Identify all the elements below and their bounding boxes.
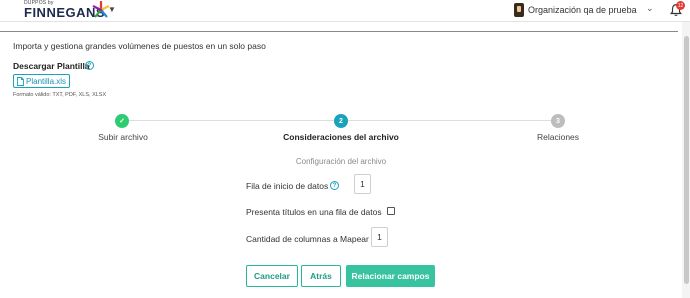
valid-formats-text: Formato válido: TXT, PDF, XLS, XLSX <box>13 92 107 98</box>
notification-badge: 12 <box>676 1 685 10</box>
columns-count-input[interactable]: 1 <box>371 227 388 247</box>
start-row-input[interactable]: 1 <box>354 174 371 194</box>
header-divider <box>0 21 690 22</box>
start-row-label: Fila de inicio de datos <box>246 181 329 191</box>
info-icon[interactable]: ? <box>330 181 339 190</box>
titles-row-label: Presenta títulos en una fila de datos <box>246 207 382 217</box>
titles-row-checkbox[interactable] <box>387 207 395 215</box>
step-3-number: 3 <box>551 114 565 128</box>
brand-caret-icon[interactable]: ▼ <box>108 5 116 14</box>
map-fields-button[interactable]: Relacionar campos <box>346 265 435 287</box>
org-avatar <box>514 3 524 17</box>
columns-count-label: Cantidad de columnas a Mapear <box>246 234 369 244</box>
info-icon[interactable]: ? <box>85 61 94 70</box>
download-template-button[interactable]: Plantilla.xls <box>13 74 70 88</box>
step-1-check-icon: ✓ <box>115 114 129 128</box>
page-subtitle: Importa y gestiona grandes volúmenes de … <box>13 41 266 51</box>
file-icon <box>17 76 24 86</box>
org-name: Organización qa de prueba <box>528 5 637 15</box>
config-title: Configuración del archivo <box>295 157 387 166</box>
cancel-button[interactable]: Cancelar <box>246 265 298 287</box>
scrollbar-thumb[interactable] <box>684 36 689 284</box>
step-1-label: Subir archivo <box>98 132 148 142</box>
step-3-label: Relaciones <box>536 132 580 142</box>
template-file-name: Plantilla.xls <box>26 76 67 86</box>
step-2-label: Consideraciones del archivo <box>283 132 399 142</box>
stepper-line-2 <box>348 120 551 121</box>
download-template-title: Descargar Plantilla <box>13 61 90 71</box>
back-button[interactable]: Atrás <box>301 265 341 287</box>
stepper-line-1 <box>123 120 334 121</box>
chevron-down-icon[interactable]: ⌄ <box>646 3 654 14</box>
org-selector[interactable]: Organización qa de prueba <box>514 2 637 18</box>
step-2-number: 2 <box>334 114 348 128</box>
page-title-divider <box>0 31 678 32</box>
